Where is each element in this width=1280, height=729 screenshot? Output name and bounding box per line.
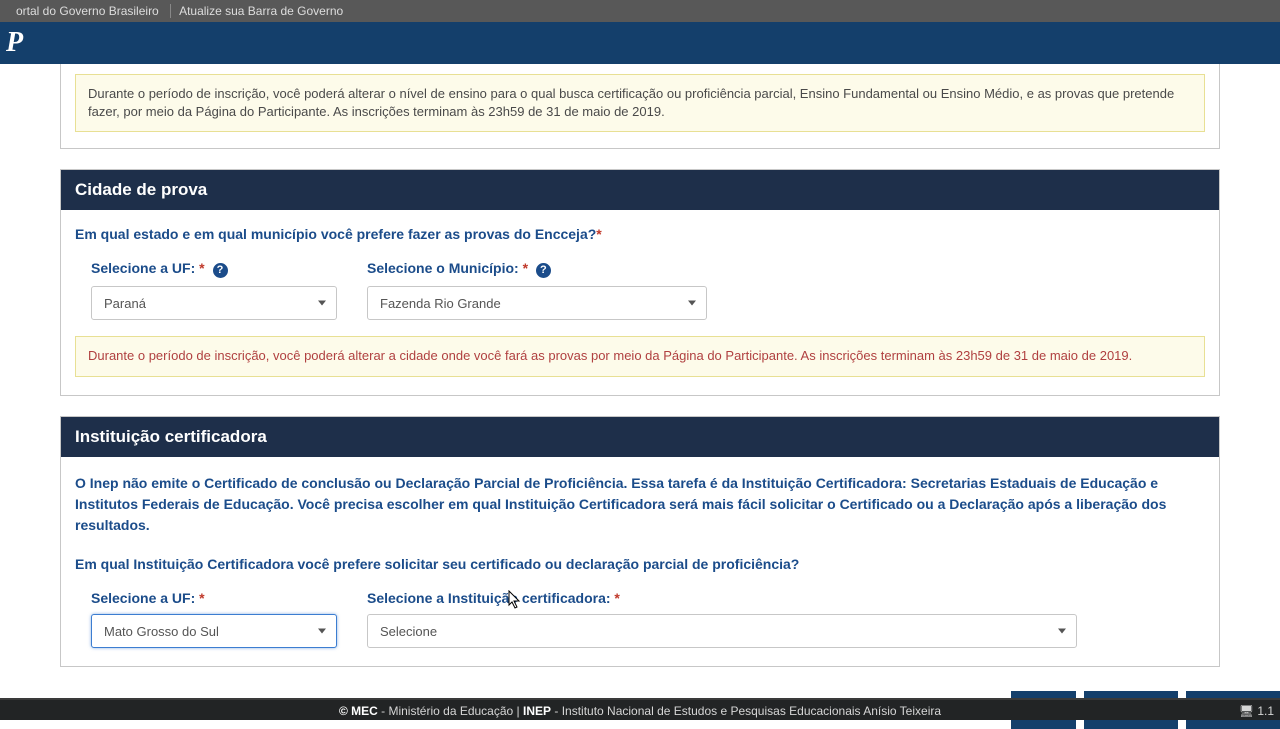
footer-inep: INEP [523,704,551,718]
version-text: 1.1 [1257,704,1274,718]
required-icon: * [596,226,601,242]
cidade-mun-label: Selecione o Município: * ? [367,260,707,278]
footer-inep-full: - Instituto Nacional de Estudos e Pesqui… [554,704,941,718]
cidade-prompt: Em qual estado e em qual município você … [75,226,1205,242]
chevron-down-icon [1058,628,1066,633]
bottombar: © MEC - Ministério da Educação | INEP - … [0,698,1280,720]
inst-desc: O Inep não emite o Certificado de conclu… [75,473,1205,536]
chevron-down-icon [318,628,326,633]
gov-bar: ortal do Governo Brasileiro Atualize sua… [0,0,1280,22]
top-alert: Durante o período de inscrição, você pod… [75,74,1205,132]
cidade-prompt-text: Em qual estado e em qual município você … [75,226,596,242]
cidade-mun-label-text: Selecione o Município: [367,260,519,276]
cidade-note-text: Durante o período de inscrição, você pod… [88,348,1132,363]
required-icon: * [199,590,204,606]
footer-mec: © MEC [339,704,378,718]
required-icon: * [523,260,528,276]
inst-uf-label: Selecione a UF: * [91,590,337,606]
inst-prompt: Em qual Instituição Certificadora você p… [75,556,1205,572]
cidade-note: Durante o período de inscrição, você pod… [75,336,1205,376]
cidade-uf-label-text: Selecione a UF: [91,260,195,276]
cidade-header: Cidade de prova [61,170,1219,210]
cidade-mun-value: Fazenda Rio Grande [380,296,501,311]
top-alert-line1: Durante o período de inscrição, você pod… [88,86,1119,101]
inst-cert-value: Selecione [380,624,437,639]
inst-uf-label-text: Selecione a UF: [91,590,195,606]
gov-update-link[interactable]: Atualize sua Barra de Governo [170,4,351,18]
inst-cert-label: Selecione a Instituição certificadora: * [367,590,1077,606]
inst-cert-label-text: Selecione a Instituição certificadora: [367,590,611,606]
required-icon: * [199,260,204,276]
help-icon[interactable]: ? [536,263,551,278]
inst-uf-value: Mato Grosso do Sul [104,624,219,639]
inst-panel: Instituição certificadora O Inep não emi… [60,416,1220,667]
chevron-down-icon [318,301,326,306]
top-alert-card: Durante o período de inscrição, você pod… [60,64,1220,149]
cidade-uf-value: Paraná [104,296,146,311]
footer-mec-full: - Ministério da Educação | [381,704,520,718]
cidade-uf-select[interactable]: Paraná [91,286,337,320]
cidade-panel: Cidade de prova Em qual estado e em qual… [60,169,1220,395]
version: 🖥 1.1 [1239,700,1274,722]
inst-uf-select[interactable]: Mato Grosso do Sul [91,614,337,648]
required-icon: * [614,590,619,606]
topbar: P [0,22,1280,64]
help-icon[interactable]: ? [213,263,228,278]
inst-header: Instituição certificadora [61,417,1219,457]
cidade-mun-select[interactable]: Fazenda Rio Grande [367,286,707,320]
gov-portal-link[interactable]: ortal do Governo Brasileiro [8,4,167,18]
chevron-down-icon [688,301,696,306]
logo: P [6,27,23,59]
cidade-uf-label: Selecione a UF: * ? [91,260,337,278]
inst-cert-select[interactable]: Selecione [367,614,1077,648]
